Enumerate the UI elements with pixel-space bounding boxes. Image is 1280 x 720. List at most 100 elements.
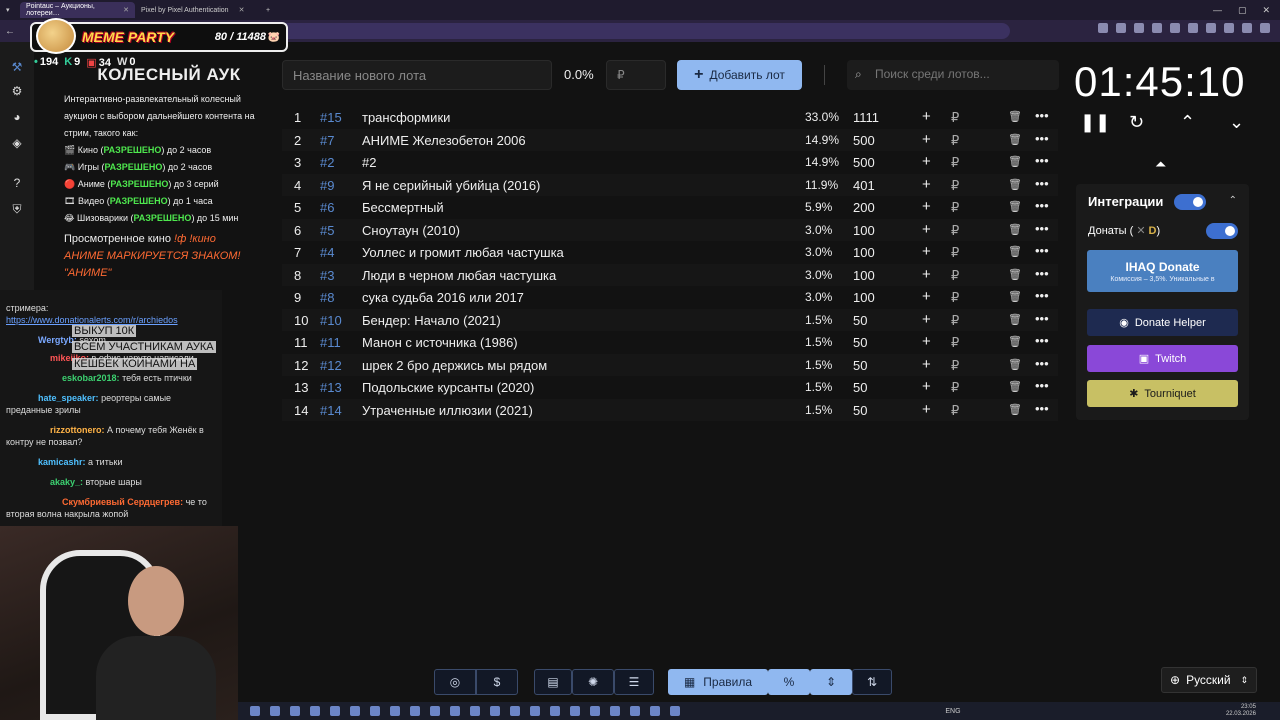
currency-icon[interactable]: ₽ xyxy=(951,313,959,329)
lot-name[interactable]: АНИМЕ Железобетон 2006 xyxy=(362,133,526,148)
gear-icon[interactable]: ⚙ xyxy=(10,84,24,98)
chevron-up-icon[interactable]: ⌃ xyxy=(1180,112,1195,133)
extension-icon[interactable] xyxy=(1152,23,1162,33)
donations-toggle[interactable] xyxy=(1206,223,1238,239)
lot-amount[interactable]: 401 xyxy=(853,178,875,193)
taskbar-app-icon[interactable] xyxy=(490,706,500,716)
taskbar-app-icon[interactable] xyxy=(350,706,360,716)
lot-row[interactable]: 12 #12 шрек 2 бро держись мы рядом 1.5% 50 + ₽… xyxy=(282,353,1058,376)
taskbar-app-icon[interactable] xyxy=(590,706,600,716)
currency-icon[interactable]: ₽ xyxy=(951,133,959,149)
add-amount-icon[interactable]: + xyxy=(922,311,931,328)
auction-icon[interactable]: ⚒ xyxy=(10,60,24,74)
more-icon[interactable]: ••• xyxy=(1035,378,1049,393)
lot-row[interactable]: 3 #2 #2 14.9% 500 + ₽ 🗑 ••• xyxy=(282,151,1058,174)
lot-name-input[interactable]: Название нового лота xyxy=(282,60,552,90)
trash-icon[interactable]: 🗑 xyxy=(1008,268,1022,281)
taskbar-app-icon[interactable] xyxy=(470,706,480,716)
more-icon[interactable]: ••• xyxy=(1035,153,1049,168)
donate-button[interactable]: $ xyxy=(476,669,518,695)
taskbar-app-icon[interactable] xyxy=(510,706,520,716)
taskbar-app-icon[interactable] xyxy=(550,706,560,716)
split-button[interactable]: ⇕ xyxy=(810,669,852,695)
more-icon[interactable]: ••• xyxy=(1035,401,1049,416)
trash-icon[interactable]: 🗑 xyxy=(1008,313,1022,326)
more-icon[interactable]: ••• xyxy=(1035,288,1049,303)
lot-name[interactable]: Утраченные иллюзии (2021) xyxy=(362,403,533,418)
extension-icon[interactable] xyxy=(1098,23,1108,33)
lot-row[interactable]: 7 #4 Уоллес и громит любая частушка 3.0% 100… xyxy=(282,241,1058,264)
address-bar[interactable] xyxy=(280,23,1010,39)
system-clock[interactable]: 23:05 22.03.2026 xyxy=(1226,704,1256,718)
more-icon[interactable]: ••• xyxy=(1035,333,1049,348)
currency-icon[interactable]: ₽ xyxy=(951,403,959,419)
twitch-button[interactable]: ▣ Twitch xyxy=(1087,345,1238,372)
lot-amount[interactable]: 50 xyxy=(853,335,867,350)
lot-row[interactable]: 5 #6 Бессмертный 5.9% 200 + ₽ 🗑 ••• xyxy=(282,196,1058,219)
trash-icon[interactable]: 🗑 xyxy=(1008,110,1022,123)
save-button[interactable]: ▤ xyxy=(534,669,572,695)
lot-amount[interactable]: 50 xyxy=(853,403,867,418)
add-amount-icon[interactable]: + xyxy=(922,198,931,215)
trash-icon[interactable]: 🗑 xyxy=(1008,133,1022,146)
lot-row[interactable]: 1 #15 трансформики 33.0% 1111 + ₽ 🗑 ••• xyxy=(282,106,1058,129)
currency-icon[interactable]: ₽ xyxy=(951,245,959,261)
tourniquet-button[interactable]: ✱ Tourniquet xyxy=(1087,380,1238,407)
taskbar-app-icon[interactable] xyxy=(530,706,540,716)
lot-amount[interactable]: 1111 xyxy=(853,110,879,125)
extension-icon[interactable] xyxy=(1116,23,1126,33)
donation-link[interactable]: https://www.donationalerts.com/r/archied… xyxy=(6,315,178,325)
extension-icon[interactable] xyxy=(1206,23,1216,33)
lot-amount[interactable]: 100 xyxy=(853,223,875,238)
more-icon[interactable]: ••• xyxy=(1035,311,1049,326)
close-icon[interactable]: ✕ xyxy=(123,6,129,14)
taskbar-app-icon[interactable] xyxy=(330,706,340,716)
trash-icon[interactable]: 🗑 xyxy=(1008,178,1022,191)
taskbar-app-icon[interactable] xyxy=(390,706,400,716)
layers-icon[interactable]: ◈ xyxy=(10,136,24,150)
taskbar-app-icon[interactable] xyxy=(290,706,300,716)
shield-icon[interactable]: ⛨ xyxy=(10,202,24,216)
sort-button[interactable]: ⇅ xyxy=(852,669,892,695)
taskbar-app-icon[interactable] xyxy=(610,706,620,716)
language-select[interactable]: ⊕ Русский ⇕ xyxy=(1161,667,1257,693)
add-amount-icon[interactable]: + xyxy=(922,176,931,193)
add-amount-icon[interactable]: + xyxy=(922,266,931,283)
restart-icon[interactable]: ↻ xyxy=(1129,112,1144,133)
taskbar-app-icon[interactable] xyxy=(410,706,420,716)
lot-row[interactable]: 11 #11 Манон с источника (1986) 1.5% 50 + ₽ 🗑 ••… xyxy=(282,331,1058,354)
tab-pointauc[interactable]: Pointauc – Аукционы, лотереи… ✕ xyxy=(20,2,135,18)
clear-button[interactable]: ☰ xyxy=(614,669,654,695)
lot-name[interactable]: трансформики xyxy=(362,110,450,125)
more-icon[interactable]: ••• xyxy=(1035,198,1049,213)
currency-icon[interactable]: ₽ xyxy=(951,223,959,239)
close-icon[interactable]: ✕ xyxy=(239,6,245,14)
lot-name[interactable]: Я не серийный убийца (2016) xyxy=(362,178,540,193)
taskbar-app-icon[interactable] xyxy=(450,706,460,716)
lot-name[interactable]: шрек 2 бро держись мы рядом xyxy=(362,358,547,373)
more-icon[interactable]: ••• xyxy=(1035,131,1049,146)
lot-amount[interactable]: 50 xyxy=(853,358,867,373)
lot-row[interactable]: 6 #5 Сноутаун (2010) 3.0% 100 + ₽ 🗑 ••• xyxy=(282,218,1058,241)
lot-row[interactable]: 14 #14 Утраченные иллюзии (2021) 1.5% 50 + ₽ 🗑 •… xyxy=(282,398,1058,421)
more-icon[interactable]: ••• xyxy=(1035,108,1049,123)
currency-icon[interactable]: ₽ xyxy=(951,200,959,216)
lot-amount[interactable]: 200 xyxy=(853,200,875,215)
lot-row[interactable]: 2 #7 АНИМЕ Железобетон 2006 14.9% 500 + ₽ 🗑 ••• xyxy=(282,128,1058,151)
lot-name[interactable]: Люди в черном любая частушка xyxy=(362,268,556,283)
lot-amount-input[interactable]: ₽ xyxy=(606,60,666,90)
lot-name[interactable]: #2 xyxy=(362,155,376,170)
trash-icon[interactable]: 🗑 xyxy=(1008,200,1022,213)
lot-amount[interactable]: 500 xyxy=(853,155,875,170)
help-icon[interactable]: ? xyxy=(10,176,24,190)
currency-icon[interactable]: ₽ xyxy=(951,380,959,396)
add-amount-icon[interactable]: + xyxy=(922,356,931,373)
bug-button[interactable]: ✺ xyxy=(572,669,614,695)
trash-icon[interactable]: 🗑 xyxy=(1008,290,1022,303)
pause-icon[interactable]: ❚❚ xyxy=(1080,112,1110,133)
trash-icon[interactable]: 🗑 xyxy=(1008,380,1022,393)
lot-amount[interactable]: 500 xyxy=(853,133,875,148)
integrations-toggle[interactable] xyxy=(1174,194,1206,210)
add-amount-icon[interactable]: + xyxy=(922,153,931,170)
taskbar-app-icon[interactable] xyxy=(370,706,380,716)
